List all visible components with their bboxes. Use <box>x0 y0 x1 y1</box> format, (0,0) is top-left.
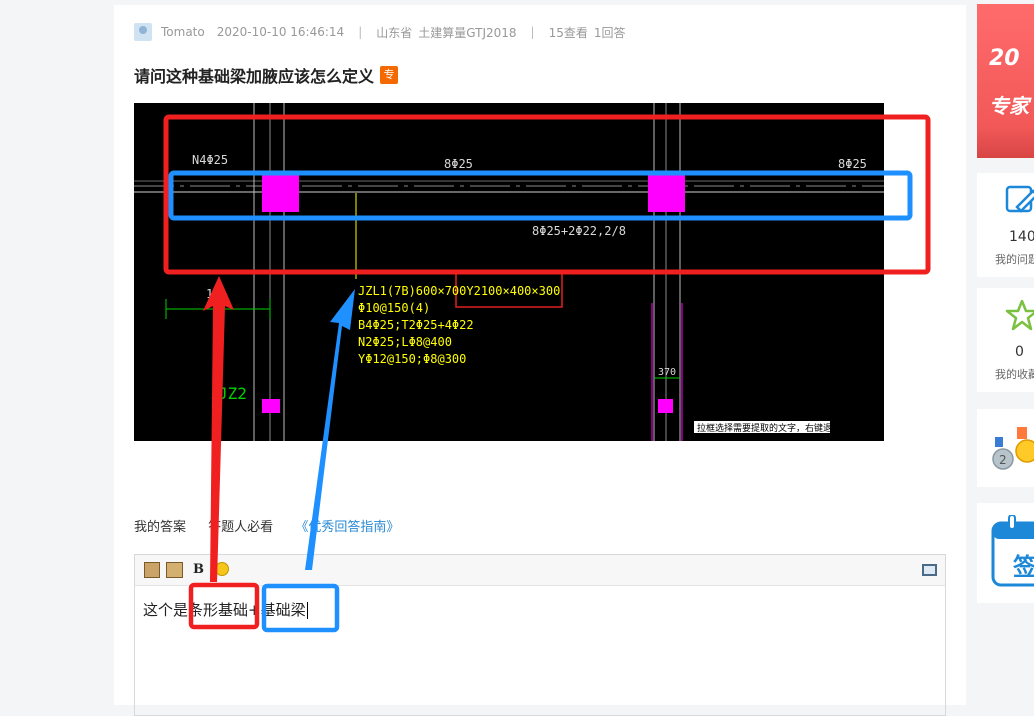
annotation-overlay <box>163 114 931 633</box>
red-text-box <box>188 582 260 630</box>
red-highlight-box <box>163 114 931 275</box>
blue-text-box <box>261 583 340 633</box>
blue-arrow <box>305 289 355 570</box>
blue-highlight-box <box>168 170 913 221</box>
red-arrow <box>203 276 234 582</box>
